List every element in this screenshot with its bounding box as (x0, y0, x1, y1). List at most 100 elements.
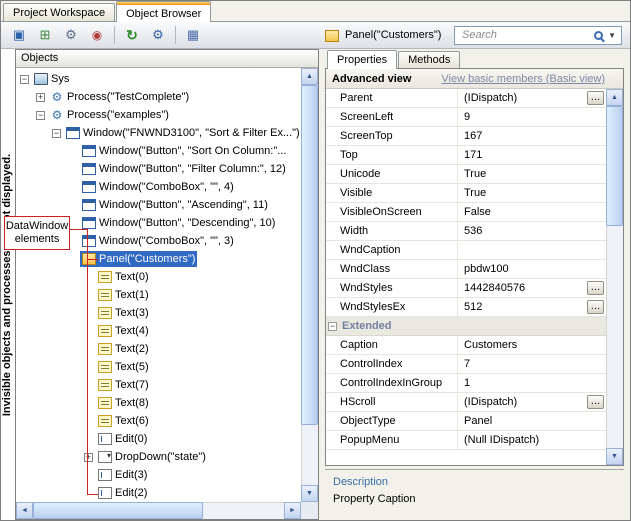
search-dropdown-icon[interactable]: ▼ (608, 31, 616, 40)
tab-properties[interactable]: Properties (327, 50, 397, 69)
description-text: Property Caption (333, 493, 618, 505)
scroll-up-icon[interactable]: ▲ (606, 89, 623, 106)
tree-item[interactable]: Window("ComboBox", "", 4) (16, 178, 301, 196)
property-row[interactable]: UnicodeTrue (326, 165, 606, 184)
tab-object-browser[interactable]: Object Browser (116, 1, 211, 22)
grid-vscroll-thumb[interactable] (606, 106, 623, 226)
tree-item-label: Text(4) (115, 325, 149, 337)
search-icon[interactable] (594, 31, 603, 40)
tree-item[interactable]: −Window("FNWND3100", "Sort & Filter Ex..… (16, 124, 301, 142)
property-row[interactable]: VisibleOnScreenFalse (326, 203, 606, 222)
tree-horizontal-scrollbar[interactable]: ◄ ► (16, 502, 301, 519)
property-row[interactable]: WndStylesEx512… (326, 298, 606, 317)
collapse-icon[interactable]: − (328, 322, 337, 331)
property-row[interactable]: ScreenLeft9 (326, 108, 606, 127)
tree-item[interactable]: Edit(2) (16, 484, 301, 502)
computer-icon (34, 73, 48, 85)
scroll-up-icon[interactable]: ▲ (301, 68, 318, 85)
expand-icon[interactable]: + (84, 453, 93, 462)
tree-item[interactable]: Panel("Customers") (16, 250, 301, 268)
run-utility-icon[interactable] (146, 24, 170, 46)
property-row[interactable]: WndStyles1442840576… (326, 279, 606, 298)
property-row[interactable]: PopupMenu(Null IDispatch) (326, 431, 606, 450)
property-value: True (458, 184, 606, 202)
tree-item[interactable]: Text(7) (16, 376, 301, 394)
tree-item-label: Edit(3) (115, 469, 147, 481)
tree-item-label: Text(3) (115, 307, 149, 319)
scroll-left-icon[interactable]: ◄ (16, 502, 33, 519)
objects-panel: Objects −Sys+Process("TestComplete")−Pro… (15, 49, 319, 520)
tree-item[interactable]: Text(3) (16, 304, 301, 322)
property-row[interactable]: ObjectTypePanel (326, 412, 606, 431)
property-row[interactable]: CaptionCustomers (326, 336, 606, 355)
tree-item[interactable]: Window("Button", "Ascending", 11) (16, 196, 301, 214)
property-row[interactable]: ControlIndex7 (326, 355, 606, 374)
property-value: Customers (458, 336, 606, 354)
tree-item[interactable]: Window("ComboBox", "", 3) (16, 232, 301, 250)
collapse-icon[interactable]: − (36, 111, 45, 120)
tree-hscroll-thumb[interactable] (33, 502, 203, 519)
tree-item[interactable]: Text(6) (16, 412, 301, 430)
ellipsis-button[interactable]: … (587, 91, 604, 105)
property-row[interactable]: Parent(IDispatch)… (326, 89, 606, 108)
view-object-icon[interactable] (85, 24, 109, 46)
search-input[interactable] (460, 28, 589, 42)
tree-vscroll-thumb[interactable] (301, 85, 318, 425)
collapse-icon[interactable]: − (52, 129, 61, 138)
store-layout-icon[interactable] (181, 24, 205, 46)
ellipsis-button[interactable]: … (587, 281, 604, 295)
add-object-icon[interactable] (33, 24, 57, 46)
basic-view-link[interactable]: View basic members (Basic view) (441, 73, 605, 85)
scroll-down-icon[interactable]: ▼ (301, 485, 318, 502)
ellipsis-button[interactable]: … (587, 300, 604, 314)
tree-item[interactable]: +DropDown("state") (16, 448, 301, 466)
refresh-icon[interactable] (120, 24, 144, 46)
tree-item[interactable]: Text(2) (16, 340, 301, 358)
property-row[interactable]: VisibleTrue (326, 184, 606, 203)
property-row[interactable]: WndCaption (326, 241, 606, 260)
scroll-down-icon[interactable]: ▼ (606, 448, 623, 465)
tree-item[interactable]: Window("Button", "Filter Column:", 12) (16, 160, 301, 178)
property-row[interactable]: ControlIndexInGroup1 (326, 374, 606, 393)
ellipsis-button[interactable]: … (587, 395, 604, 409)
side-note-text: Invisible objects and processes are not … (1, 153, 13, 415)
tree-item[interactable]: Text(0) (16, 268, 301, 286)
tree-item[interactable]: −Process("examples") (16, 106, 301, 124)
property-name: ScreenTop (326, 127, 458, 145)
view-title: Advanced view (332, 73, 411, 85)
window-icon (82, 181, 96, 193)
category-label: Extended (342, 320, 392, 332)
property-row[interactable]: WndClasspbdw100 (326, 260, 606, 279)
map-object-icon[interactable] (59, 24, 83, 46)
tree-item[interactable]: Edit(3) (16, 466, 301, 484)
text-icon (98, 289, 112, 301)
tab-methods[interactable]: Methods (398, 51, 460, 68)
property-row[interactable]: ScreenTop167 (326, 127, 606, 146)
property-row[interactable]: Width536 (326, 222, 606, 241)
collapse-icon[interactable]: − (20, 75, 29, 84)
highlight-object-icon[interactable] (7, 24, 31, 46)
tree-item[interactable]: Text(5) (16, 358, 301, 376)
expand-icon[interactable]: + (36, 93, 45, 102)
tree-item[interactable]: Window("Button", "Sort On Column:"... (16, 142, 301, 160)
tree-item[interactable]: Edit(0) (16, 430, 301, 448)
tree-item[interactable]: Text(1) (16, 286, 301, 304)
property-row[interactable]: Top171 (326, 146, 606, 165)
tab-project-workspace[interactable]: Project Workspace (3, 3, 115, 21)
scroll-right-icon[interactable]: ► (284, 502, 301, 519)
tree-item[interactable]: Text(4) (16, 322, 301, 340)
search-box[interactable]: ▼ (454, 26, 622, 45)
property-value: 1 (458, 374, 606, 392)
tree-vertical-scrollbar[interactable]: ▲ ▼ (301, 68, 318, 502)
tree-item-label: Text(2) (115, 343, 149, 355)
property-row[interactable]: HScroll(IDispatch)… (326, 393, 606, 412)
tree-item[interactable]: Text(8) (16, 394, 301, 412)
property-category-row[interactable]: −Extended (326, 317, 606, 336)
tree-item[interactable]: −Sys (16, 70, 301, 88)
tree-item[interactable]: Window("Button", "Descending", 10) (16, 214, 301, 232)
tree-item-label: Text(8) (115, 397, 149, 409)
window-icon (82, 163, 96, 175)
tree-item[interactable]: +Process("TestComplete") (16, 88, 301, 106)
property-name: Parent (326, 89, 458, 107)
grid-vertical-scrollbar[interactable]: ▲ ▼ (606, 89, 623, 465)
